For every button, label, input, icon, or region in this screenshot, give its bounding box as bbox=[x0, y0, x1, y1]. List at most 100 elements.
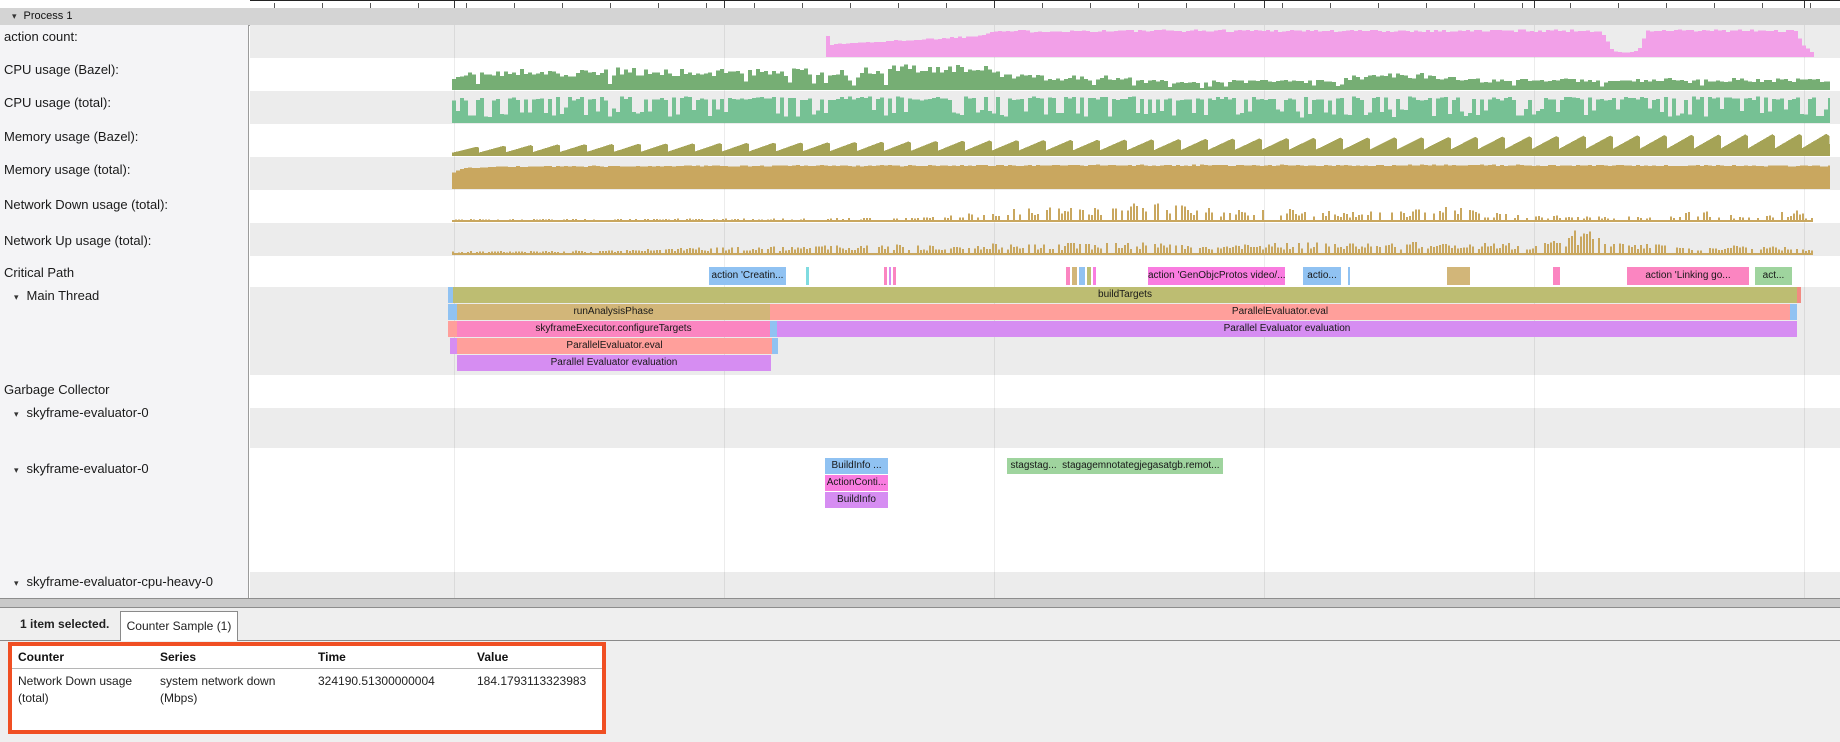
track-label-text: Critical Path bbox=[4, 265, 74, 280]
flame-bar[interactable]: ParallelEvaluator.eval bbox=[457, 338, 772, 354]
selection-details-panel: 1 item selected. Counter Sample (1) Coun… bbox=[0, 608, 1840, 742]
sidebar-track-skyframe-evaluator-cpu-heavy-0[interactable]: ▾ skyframe-evaluator-cpu-heavy-0 bbox=[14, 574, 213, 590]
ruler-major-tick bbox=[1804, 0, 1805, 8]
flame-sliver[interactable] bbox=[1790, 304, 1797, 320]
critical-path-sliver[interactable] bbox=[889, 267, 891, 285]
flame-bar[interactable]: ParallelEvaluator.eval bbox=[770, 304, 1790, 320]
critical-path-sliver[interactable] bbox=[1348, 267, 1350, 285]
slice-label-overlap: stagagemnotategjegasatgb.remot... bbox=[1057, 460, 1220, 471]
flame-bar[interactable]: Parallel Evaluator evaluation bbox=[777, 321, 1797, 337]
critical-path-sliver[interactable] bbox=[1447, 267, 1470, 285]
sidebar-track-cpu-usage-total: CPU usage (total): bbox=[4, 95, 111, 111]
ruler-major-tick bbox=[454, 0, 455, 8]
time-ruler[interactable] bbox=[0, 0, 1840, 8]
sidebar-track-memory-usage-bazel: Memory usage (Bazel): bbox=[4, 129, 138, 145]
sidebar-track-skyframe-evaluator-0[interactable]: ▾ skyframe-evaluator-0 bbox=[14, 461, 149, 477]
sidebar-track-memory-usage-total: Memory usage (total): bbox=[4, 162, 130, 178]
flame-sliver[interactable] bbox=[770, 321, 777, 337]
flame-sliver[interactable] bbox=[448, 321, 457, 337]
cell-series: system network down (Mbps) bbox=[160, 673, 300, 707]
counter-sample-table: Counter Series Time Value Network Down u… bbox=[8, 642, 606, 734]
flame-bar[interactable]: Parallel Evaluator evaluation bbox=[457, 355, 771, 371]
critical-path-event[interactable]: action 'GenObjcProtos video/... bbox=[1148, 267, 1285, 285]
track-label-text: Garbage Collector bbox=[4, 382, 110, 397]
sidebar-track-garbage-collector: Garbage Collector bbox=[4, 382, 110, 398]
cell-time: 324190.51300000004 bbox=[318, 673, 468, 690]
panel-splitter[interactable] bbox=[0, 598, 1840, 608]
col-header-time: Time bbox=[318, 650, 346, 664]
slice-box[interactable]: stagstag... stagagemnotategjegasatgb.rem… bbox=[1007, 458, 1223, 474]
collapse-arrow-icon[interactable]: ▾ bbox=[14, 409, 19, 419]
ruler-major-tick bbox=[1264, 0, 1265, 8]
critical-path-event[interactable]: actio... bbox=[1303, 267, 1341, 285]
counter-chart-net-up[interactable] bbox=[250, 223, 1840, 256]
track-label-text: skyframe-evaluator-0 bbox=[27, 461, 149, 476]
header-divider bbox=[12, 668, 602, 669]
track-label-text: Network Up usage (total): bbox=[4, 233, 151, 248]
track-label-text: Memory usage (Bazel): bbox=[4, 129, 138, 144]
cell-value: 184.1793113323983 bbox=[477, 673, 602, 690]
cell-counter: Network Down usage (total) bbox=[18, 673, 146, 707]
critical-path-sliver[interactable] bbox=[806, 267, 809, 285]
track-label-text: Main Thread bbox=[27, 288, 100, 303]
counter-chart-cpu-bazel[interactable] bbox=[250, 58, 1840, 91]
slice-box[interactable]: BuildInfo bbox=[825, 492, 888, 508]
timeline-track-area[interactable]: action 'Creatin... action 'GenObjcProtos … bbox=[0, 25, 1840, 598]
collapse-arrow-icon[interactable]: ▾ bbox=[14, 578, 19, 588]
track-label-text: action count: bbox=[4, 29, 78, 44]
row-background bbox=[250, 572, 1840, 598]
sidebar-track-cpu-usage-bazel: CPU usage (Bazel): bbox=[4, 62, 119, 78]
critical-path-sliver[interactable] bbox=[893, 267, 896, 285]
critical-path-sliver[interactable] bbox=[1072, 267, 1077, 285]
ruler-major-tick bbox=[724, 0, 725, 8]
collapse-arrow-icon[interactable]: ▾ bbox=[14, 292, 19, 302]
ruler-baseline bbox=[250, 0, 1840, 1]
collapse-arrow-icon: ▾ bbox=[12, 8, 17, 25]
counter-chart-action-count[interactable] bbox=[250, 25, 1840, 58]
critical-path-sliver[interactable] bbox=[1553, 267, 1560, 285]
critical-path-sliver[interactable] bbox=[1066, 267, 1070, 285]
col-header-value: Value bbox=[477, 650, 508, 664]
track-label-text: CPU usage (Bazel): bbox=[4, 62, 119, 77]
counter-chart-mem-total[interactable] bbox=[250, 157, 1840, 190]
slice-box[interactable]: BuildInfo ... bbox=[825, 458, 888, 474]
col-header-series: Series bbox=[160, 650, 196, 664]
trace-viewer: ▾ Process 1 action 'Creatin... action 'Gen… bbox=[0, 0, 1840, 742]
ruler-major-tick bbox=[994, 0, 995, 8]
flame-sliver[interactable] bbox=[450, 338, 457, 354]
critical-path-sliver[interactable] bbox=[1087, 267, 1091, 285]
critical-path-event[interactable]: act... bbox=[1755, 267, 1792, 285]
flame-bar[interactable]: runAnalysisPhase bbox=[457, 304, 770, 320]
sidebar-track-main-thread[interactable]: ▾ Main Thread bbox=[14, 288, 99, 304]
track-label-text: skyframe-evaluator-0 bbox=[27, 405, 149, 420]
selection-status: 1 item selected. bbox=[20, 617, 109, 631]
ruler-major-tick bbox=[1534, 0, 1535, 8]
counter-chart-cpu-total[interactable] bbox=[250, 91, 1840, 124]
sidebar-track-network-up-usage-total: Network Up usage (total): bbox=[4, 233, 151, 249]
col-header-counter: Counter bbox=[18, 650, 64, 664]
tabbar-divider bbox=[0, 640, 1840, 641]
track-label-text: Memory usage (total): bbox=[4, 162, 130, 177]
process-header[interactable]: ▾ Process 1 bbox=[0, 8, 1840, 26]
flame-sliver[interactable] bbox=[772, 338, 778, 354]
critical-path-sliver[interactable] bbox=[1079, 267, 1085, 285]
track-label-text: skyframe-evaluator-cpu-heavy-0 bbox=[27, 574, 213, 589]
tab-counter-sample[interactable]: Counter Sample (1) bbox=[120, 611, 238, 641]
sidebar-track-skyframe-evaluator-0[interactable]: ▾ skyframe-evaluator-0 bbox=[14, 405, 149, 421]
flame-sliver[interactable] bbox=[448, 304, 457, 320]
flame-bar[interactable]: skyframeExecutor.configureTargets bbox=[457, 321, 770, 337]
critical-path-sliver[interactable] bbox=[1093, 267, 1096, 285]
counter-chart-net-down[interactable] bbox=[250, 190, 1840, 223]
critical-path-event[interactable]: action 'Creatin... bbox=[709, 267, 786, 285]
critical-path-sliver[interactable] bbox=[884, 267, 887, 285]
flame-bar[interactable]: buildTargets bbox=[453, 287, 1797, 303]
critical-path-event[interactable]: action 'Linking go... bbox=[1627, 267, 1749, 285]
process-title: Process 1 bbox=[24, 10, 73, 22]
sidebar-track-action-count: action count: bbox=[4, 29, 78, 45]
flame-sliver[interactable] bbox=[1797, 287, 1801, 303]
counter-chart-mem-bazel[interactable] bbox=[250, 124, 1840, 157]
row-background bbox=[250, 408, 1840, 448]
collapse-arrow-icon[interactable]: ▾ bbox=[14, 465, 19, 475]
slice-box[interactable]: ActionConti... bbox=[825, 475, 888, 491]
sidebar-track-network-down-usage-total: Network Down usage (total): bbox=[4, 197, 168, 213]
